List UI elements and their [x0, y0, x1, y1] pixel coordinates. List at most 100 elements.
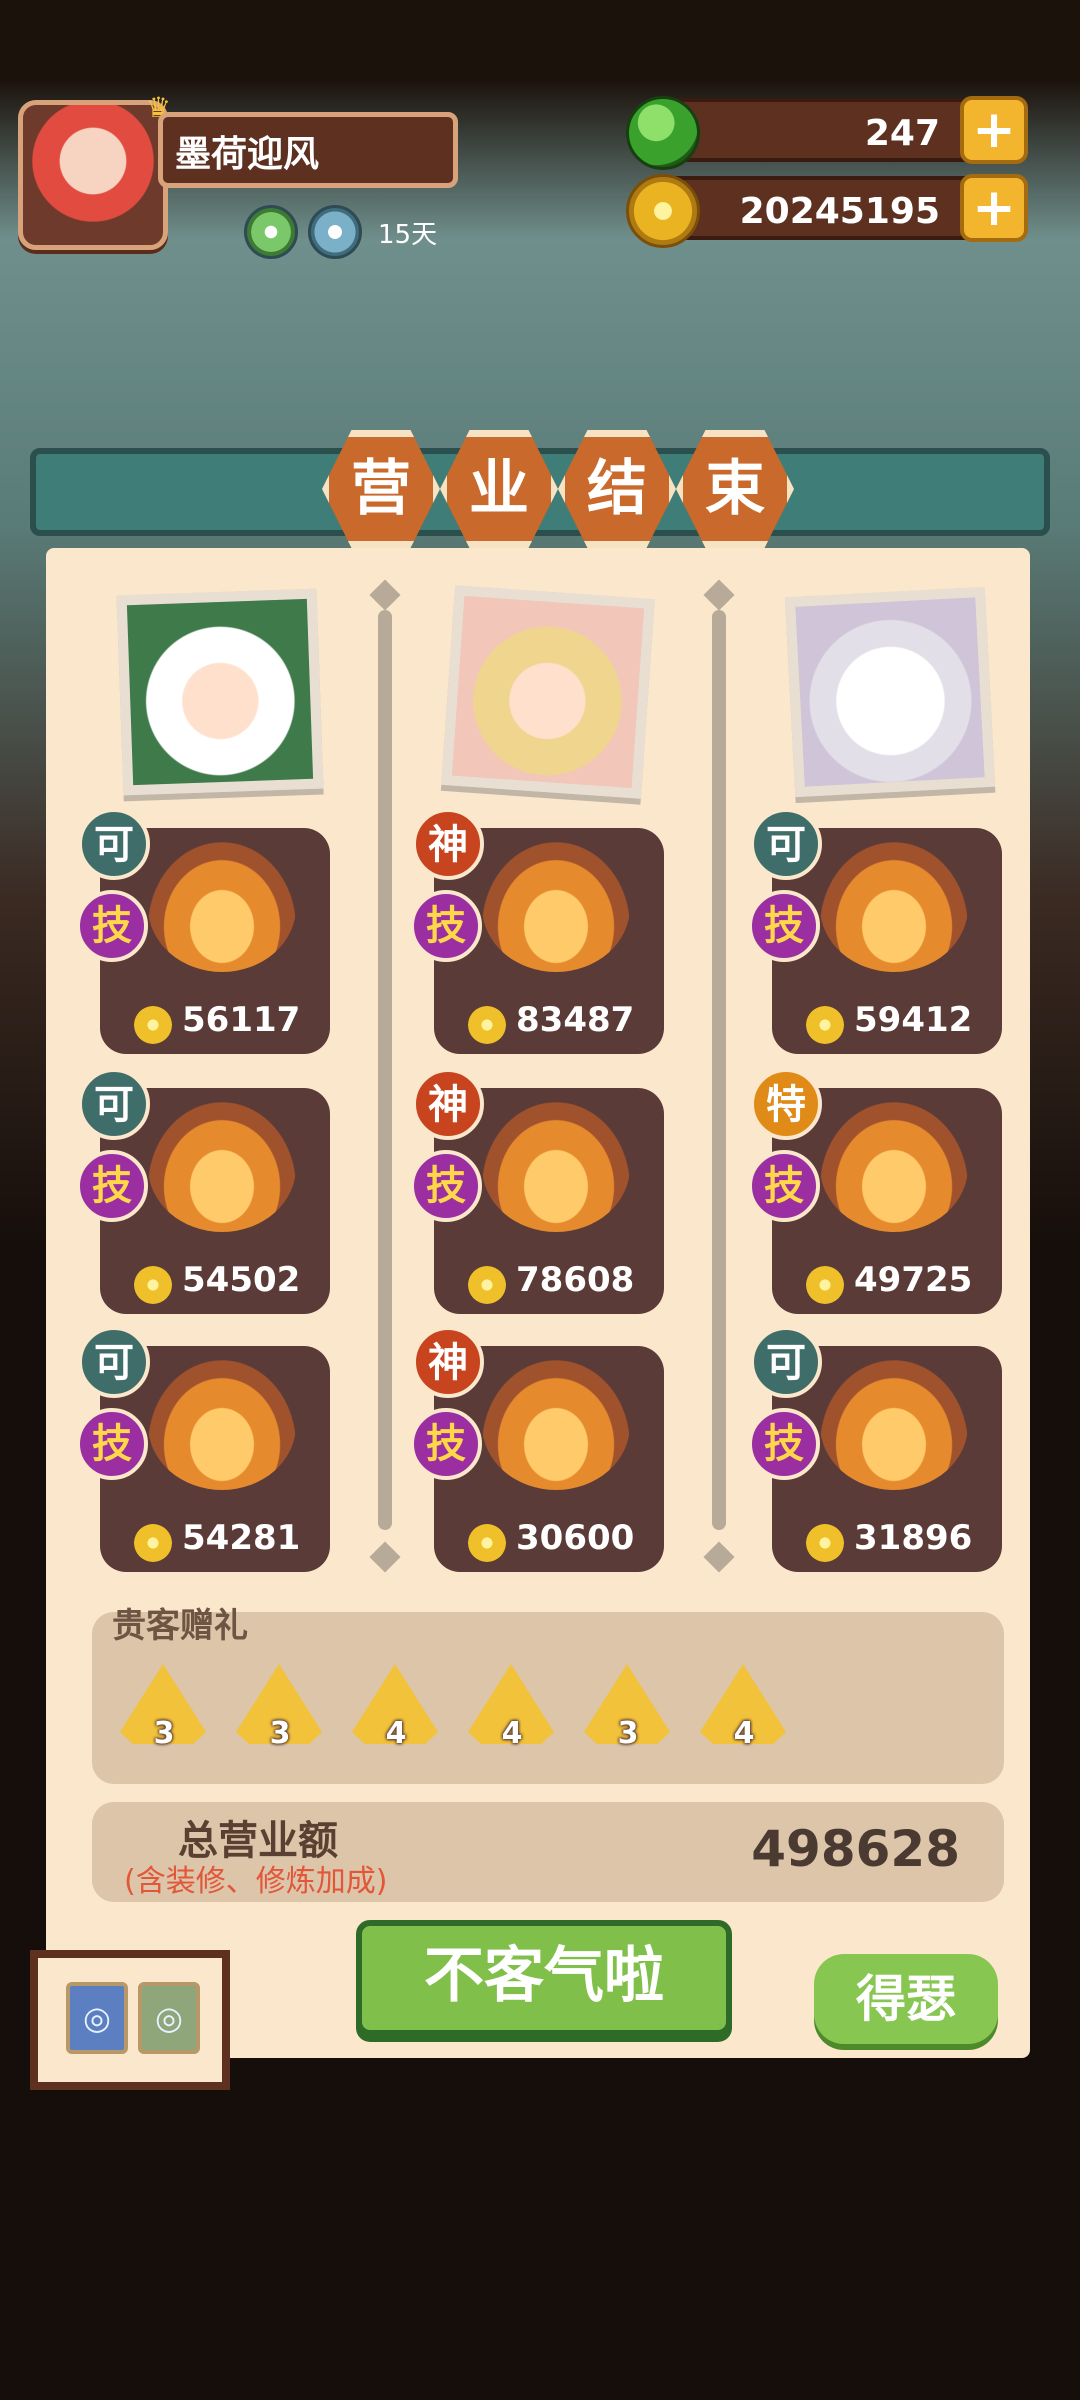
- coin-counter: 20245195 +: [626, 174, 1028, 248]
- dish-image: [148, 842, 296, 972]
- grade-badge: 可: [78, 808, 150, 880]
- coin-icon: [134, 1524, 172, 1562]
- grade-badge: 特: [750, 1068, 822, 1140]
- gift-count: 4: [501, 1716, 523, 1751]
- total-value: 498628: [751, 1820, 960, 1878]
- buff-icon[interactable]: [244, 205, 298, 259]
- gift-count: 3: [269, 1716, 291, 1751]
- coin-icon: [468, 1524, 506, 1562]
- gift-item[interactable]: 4: [468, 1664, 554, 1751]
- dish-card[interactable]: 神 技 78608: [410, 1068, 664, 1314]
- coin-amount: 20245195: [739, 191, 940, 232]
- skill-badge: 技: [76, 1150, 148, 1222]
- skill-badge: 技: [76, 1408, 148, 1480]
- dish-image: [482, 1360, 630, 1490]
- gift-item[interactable]: 3: [236, 1664, 322, 1751]
- dish-price: 49725: [854, 1260, 973, 1300]
- player-avatar[interactable]: ♛: [18, 91, 171, 250]
- dish-card[interactable]: 可 技 54281: [76, 1326, 330, 1572]
- coin-icon: [134, 1266, 172, 1304]
- title-char: 束: [676, 430, 794, 548]
- guest-portrait[interactable]: [116, 588, 324, 796]
- dish-price: 30600: [516, 1518, 635, 1558]
- buff-row: 15天: [244, 205, 438, 259]
- grade-badge: 可: [750, 808, 822, 880]
- gem-counter: 247 +: [626, 96, 1028, 170]
- coin-icon: [468, 1266, 506, 1304]
- dish-price: 59412: [854, 1000, 973, 1040]
- dish-price: 56117: [182, 1000, 301, 1040]
- dish-card[interactable]: 可 技 56117: [76, 808, 330, 1054]
- coin-icon: [806, 1006, 844, 1044]
- column-divider: [712, 610, 726, 1530]
- dish-price: 83487: [516, 1000, 635, 1040]
- coin-icon: [626, 174, 700, 248]
- mini-button[interactable]: ◎: [138, 1982, 200, 2054]
- gear-icon: ◎: [155, 1999, 183, 2037]
- player-name: 墨荷迎风: [158, 112, 458, 188]
- grade-badge: 神: [412, 1326, 484, 1398]
- guest-portrait[interactable]: [441, 585, 655, 799]
- coin-icon: [468, 1006, 506, 1044]
- gift-count: 4: [385, 1716, 407, 1751]
- dish-image: [148, 1360, 296, 1490]
- skill-badge: 技: [748, 890, 820, 962]
- coin-icon: [134, 1006, 172, 1044]
- column-divider: [378, 610, 392, 1530]
- grade-badge: 神: [412, 1068, 484, 1140]
- dish-card[interactable]: 可 技 54502: [76, 1068, 330, 1314]
- skill-badge: 技: [748, 1150, 820, 1222]
- guest-face: [451, 595, 645, 789]
- gift-count: 4: [733, 1716, 755, 1751]
- dish-image: [820, 842, 968, 972]
- confirm-button[interactable]: 不客气啦: [356, 1920, 732, 2036]
- dish-image: [820, 1102, 968, 1232]
- title-char: 营: [322, 430, 440, 548]
- dish-card[interactable]: 神 技 83487: [410, 808, 664, 1054]
- mini-button[interactable]: ◎: [66, 1982, 128, 2054]
- dish-image: [482, 1102, 630, 1232]
- skill-badge: 技: [410, 890, 482, 962]
- dish-card[interactable]: 可 技 59412: [748, 808, 1002, 1054]
- skill-badge: 技: [748, 1408, 820, 1480]
- skill-badge: 技: [410, 1150, 482, 1222]
- dish-image: [148, 1102, 296, 1232]
- coin-icon: [806, 1524, 844, 1562]
- gift-item[interactable]: 4: [700, 1664, 786, 1751]
- add-coins-button[interactable]: +: [960, 174, 1028, 242]
- skill-badge: 技: [76, 890, 148, 962]
- brag-button[interactable]: 得瑟: [814, 1954, 998, 2044]
- coin-icon: [806, 1266, 844, 1304]
- grade-badge: 可: [78, 1326, 150, 1398]
- gem-amount: 247: [864, 113, 940, 154]
- buff-days: 15天: [378, 219, 438, 250]
- gift-item[interactable]: 3: [584, 1664, 670, 1751]
- gift-list: 3 3 4 4 3 4: [120, 1664, 786, 1751]
- dish-price: 31896: [854, 1518, 973, 1558]
- guest-face: [126, 598, 314, 786]
- dish-card[interactable]: 可 技 31896: [748, 1326, 1002, 1572]
- add-gems-button[interactable]: +: [960, 96, 1028, 164]
- gift-item[interactable]: 3: [120, 1664, 206, 1751]
- green-gem-icon: [626, 96, 700, 170]
- grade-badge: 神: [412, 808, 484, 880]
- total-note: (含装修、修炼加成): [124, 1864, 388, 1899]
- dish-image: [820, 1360, 968, 1490]
- dish-price: 54281: [182, 1518, 301, 1558]
- buff-icon[interactable]: [308, 205, 362, 259]
- guest-portrait[interactable]: [784, 586, 996, 798]
- gift-count: 3: [153, 1716, 175, 1751]
- gift-item[interactable]: 4: [352, 1664, 438, 1751]
- guest-face: [795, 597, 985, 787]
- mini-panel: ◎ ◎: [30, 1950, 230, 2090]
- gift-count: 3: [617, 1716, 639, 1751]
- dish-card[interactable]: 特 技 49725: [748, 1068, 1002, 1314]
- dish-image: [482, 842, 630, 972]
- skill-badge: 技: [410, 1408, 482, 1480]
- dish-card[interactable]: 神 技 30600: [410, 1326, 664, 1572]
- banner-title: 营 业 结 束: [322, 430, 794, 548]
- gear-icon: ◎: [83, 1999, 111, 2037]
- dish-price: 54502: [182, 1260, 301, 1300]
- title-char: 结: [558, 430, 676, 548]
- title-char: 业: [440, 430, 558, 548]
